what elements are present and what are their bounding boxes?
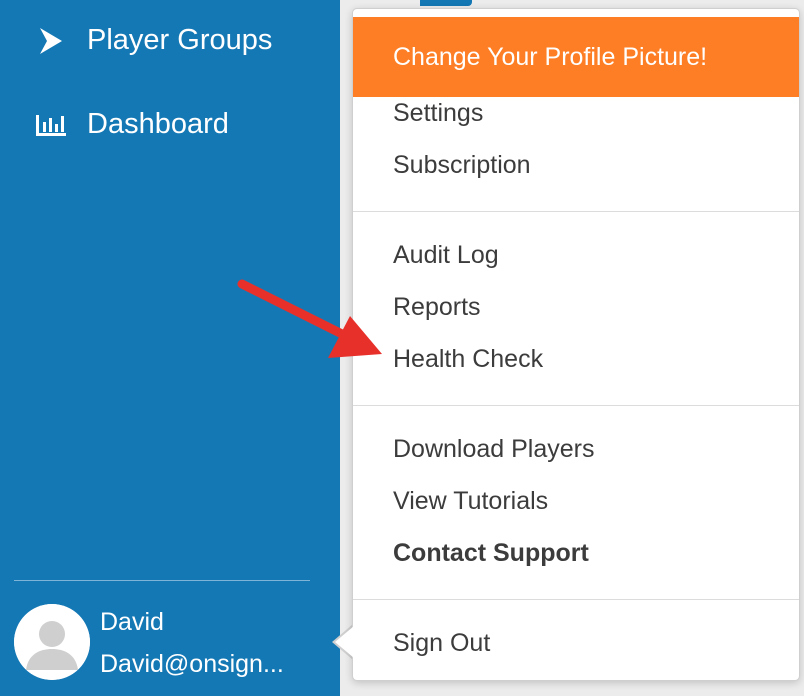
sidebar-item-label: Dashboard: [87, 108, 229, 140]
menu-divider: [353, 599, 799, 600]
menu-item-reports[interactable]: Reports: [393, 293, 481, 322]
sidebar-item-label: Player Groups: [87, 24, 273, 56]
menu-divider: [353, 211, 799, 212]
account-dropdown-menu: Change Your Profile Picture! Settings Su…: [352, 8, 800, 681]
menu-item-download-players[interactable]: Download Players: [393, 435, 595, 464]
background-tab: [420, 0, 472, 6]
menu-item-subscription[interactable]: Subscription: [393, 151, 531, 180]
bar-chart-icon: [34, 108, 67, 141]
dropdown-caret-fill: [335, 626, 354, 658]
menu-item-label: Change Your Profile Picture!: [393, 42, 708, 71]
menu-item-settings[interactable]: Settings: [393, 99, 483, 128]
menu-item-health-check[interactable]: Health Check: [393, 345, 543, 374]
play-icon: [34, 24, 67, 57]
user-name: David: [100, 608, 164, 636]
menu-item-change-profile-picture[interactable]: Change Your Profile Picture!: [353, 17, 799, 97]
sidebar-item-player-groups[interactable]: Player Groups: [34, 24, 272, 57]
menu-item-view-tutorials[interactable]: View Tutorials: [393, 487, 548, 516]
sidebar-item-dashboard[interactable]: Dashboard: [34, 108, 229, 141]
menu-divider: [353, 405, 799, 406]
avatar: [14, 604, 90, 680]
menu-item-contact-support[interactable]: Contact Support: [393, 539, 589, 568]
sidebar-divider: [14, 580, 310, 581]
red-arrow-annotation: [237, 279, 382, 358]
user-account-toggle[interactable]: David David@onsign...: [14, 604, 314, 684]
menu-item-audit-log[interactable]: Audit Log: [393, 241, 499, 270]
menu-item-sign-out[interactable]: Sign Out: [393, 629, 490, 658]
user-email: David@onsign...: [100, 650, 284, 678]
